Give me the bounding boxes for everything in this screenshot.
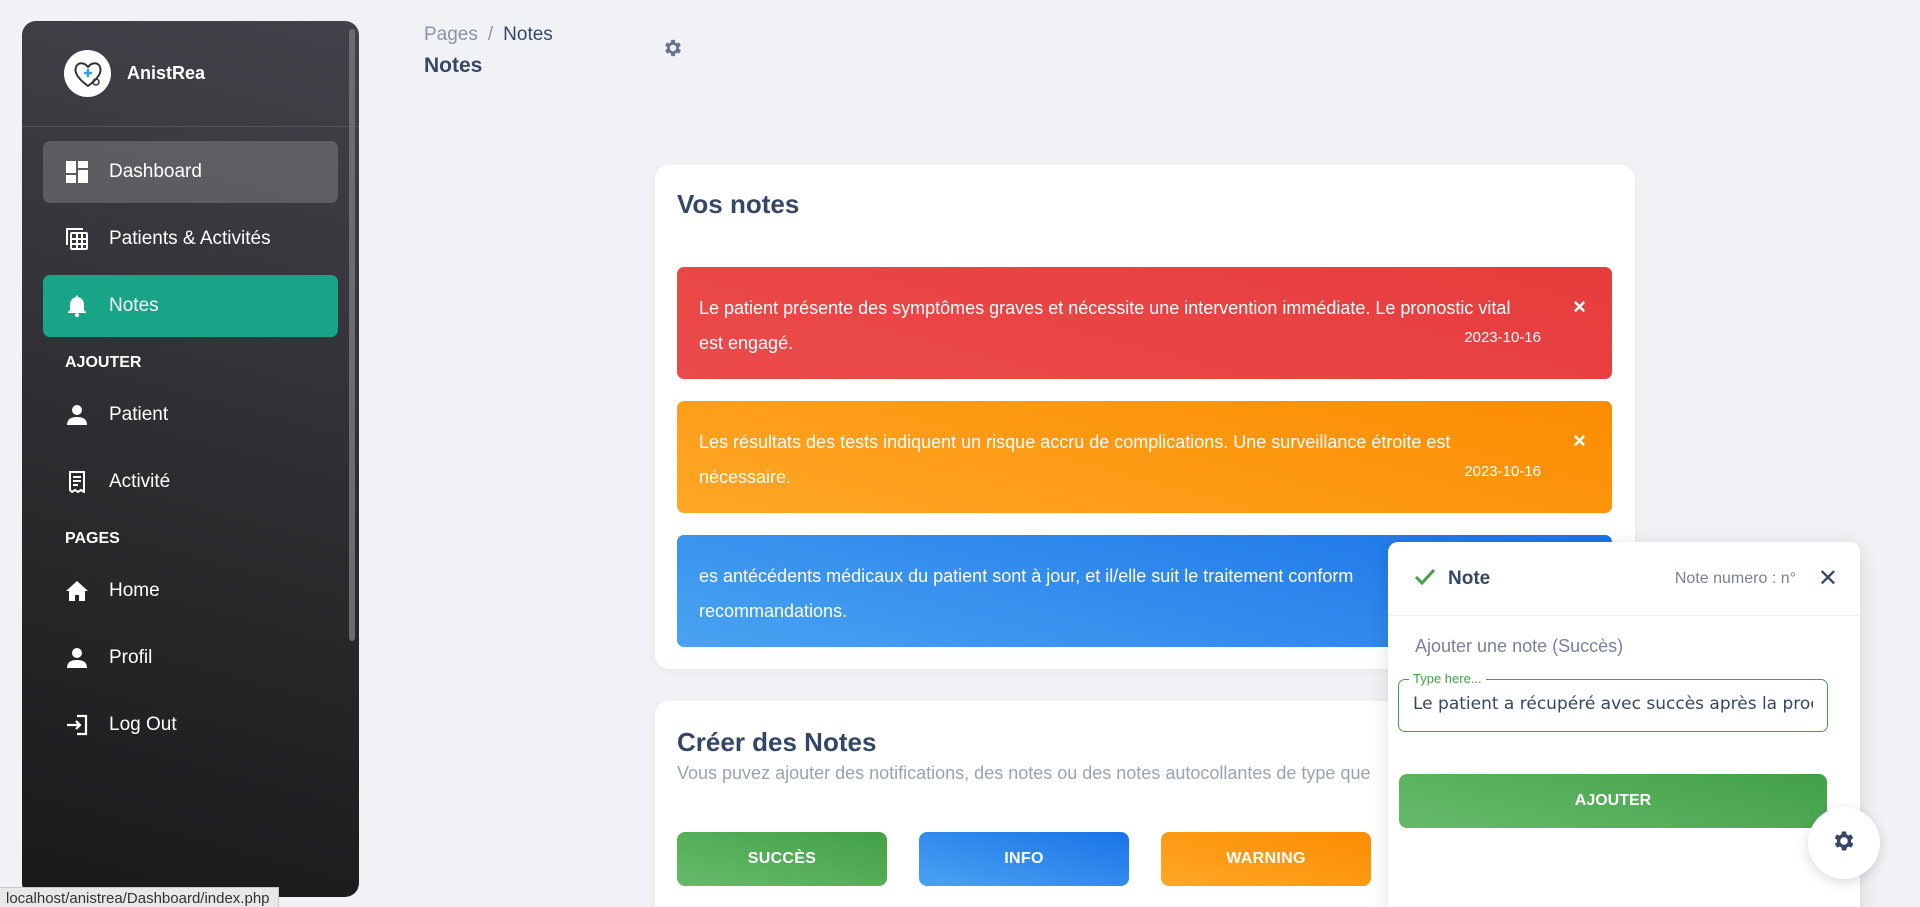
panel-add-label: Ajouter une note (Succès): [1415, 636, 1624, 656]
warning-button[interactable]: WARNING: [1161, 832, 1371, 886]
sidebar-scrollbar[interactable]: [349, 29, 355, 641]
note-number: Note numero : n°: [1674, 569, 1796, 587]
breadcrumb-root[interactable]: Pages: [424, 24, 478, 45]
breadcrumb-separator: /: [487, 24, 494, 45]
sidebar-item-label: Patients & Activités: [109, 228, 271, 249]
notes-card-title: Vos notes: [677, 189, 800, 219]
table-icon: [65, 227, 89, 251]
panel-header: Note Note numero : n° ✕: [1388, 542, 1860, 616]
success-button[interactable]: SUCCÈS: [677, 832, 887, 886]
settings-fab[interactable]: [1808, 807, 1880, 879]
sidebar-item-activite[interactable]: Activité: [43, 451, 338, 513]
page-title: Notes: [424, 54, 483, 77]
input-legend: Type here...: [1409, 671, 1486, 686]
dashboard-icon: [65, 160, 89, 184]
panel-title: Note: [1448, 567, 1491, 589]
breadcrumb-current: Notes: [503, 24, 553, 45]
alert-date: 2023-10-16: [1464, 463, 1541, 480]
breadcrumb: Pages / Notes: [424, 24, 553, 46]
sidebar-item-label: Activité: [109, 471, 171, 492]
sidebar-item-home[interactable]: Home: [43, 560, 338, 622]
sidebar-item-patients-activites[interactable]: Patients & Activités: [43, 208, 338, 270]
sidebar-section-pages: PAGES: [65, 530, 120, 547]
sidebar-item-label: Log Out: [109, 714, 177, 735]
bell-icon: [65, 294, 89, 318]
check-icon: [1414, 566, 1436, 592]
alert-warning: Les résultats des tests indiquent un ris…: [677, 401, 1612, 513]
sidebar-item-label: Patient: [109, 404, 169, 425]
sidebar-item-label: Notes: [109, 295, 159, 316]
person-icon: [65, 403, 89, 427]
add-note-panel: Note Note numero : n° ✕ Ajouter une note…: [1388, 542, 1860, 907]
info-button[interactable]: INFO: [919, 832, 1129, 886]
sidebar-item-label: Profil: [109, 647, 153, 668]
sidebar-nav: Dashboard Patients & Activités Notes AJO…: [22, 127, 359, 756]
brand[interactable]: AnistRea: [22, 21, 359, 127]
close-icon[interactable]: ×: [1573, 430, 1586, 452]
gear-icon: [1831, 828, 1857, 859]
sidebar: AnistRea Dashboard Patients & Activités …: [22, 21, 359, 897]
create-card-title: Créer des Notes: [677, 727, 877, 757]
create-card-subtitle: Vous puvez ajouter des notifications, de…: [677, 763, 1371, 783]
login-icon: [65, 713, 89, 737]
sidebar-item-profil[interactable]: Profil: [43, 627, 338, 689]
alert-danger: Le patient présente des symptômes graves…: [677, 267, 1612, 379]
alert-date: 2023-10-16: [1464, 329, 1541, 346]
person-icon: [65, 646, 89, 670]
status-bar-url: localhost/anistrea/Dashboard/index.php: [0, 887, 279, 907]
sidebar-section-ajouter: AJOUTER: [65, 354, 142, 371]
sidebar-item-notes[interactable]: Notes: [43, 275, 338, 337]
sidebar-item-patient[interactable]: Patient: [43, 384, 338, 446]
gear-icon[interactable]: [662, 37, 684, 59]
sidebar-item-dashboard[interactable]: Dashboard: [43, 141, 338, 203]
home-icon: [65, 579, 89, 603]
receipt-icon: [65, 470, 89, 494]
close-icon[interactable]: ×: [1573, 296, 1586, 318]
heart-stethoscope-logo-icon: [64, 50, 111, 97]
note-input-field: Type here...: [1398, 671, 1828, 732]
sidebar-item-logout[interactable]: Log Out: [43, 694, 338, 756]
note-input[interactable]: [1413, 694, 1813, 714]
add-note-button[interactable]: AJOUTER: [1399, 774, 1827, 828]
alert-text: Les résultats des tests indiquent un ris…: [699, 432, 1451, 487]
brand-name: AnistRea: [127, 63, 206, 83]
alert-text: Le patient présente des symptômes graves…: [699, 298, 1511, 353]
close-icon[interactable]: ✕: [1818, 564, 1838, 593]
sidebar-item-label: Home: [109, 580, 160, 601]
sidebar-item-label: Dashboard: [109, 161, 202, 182]
